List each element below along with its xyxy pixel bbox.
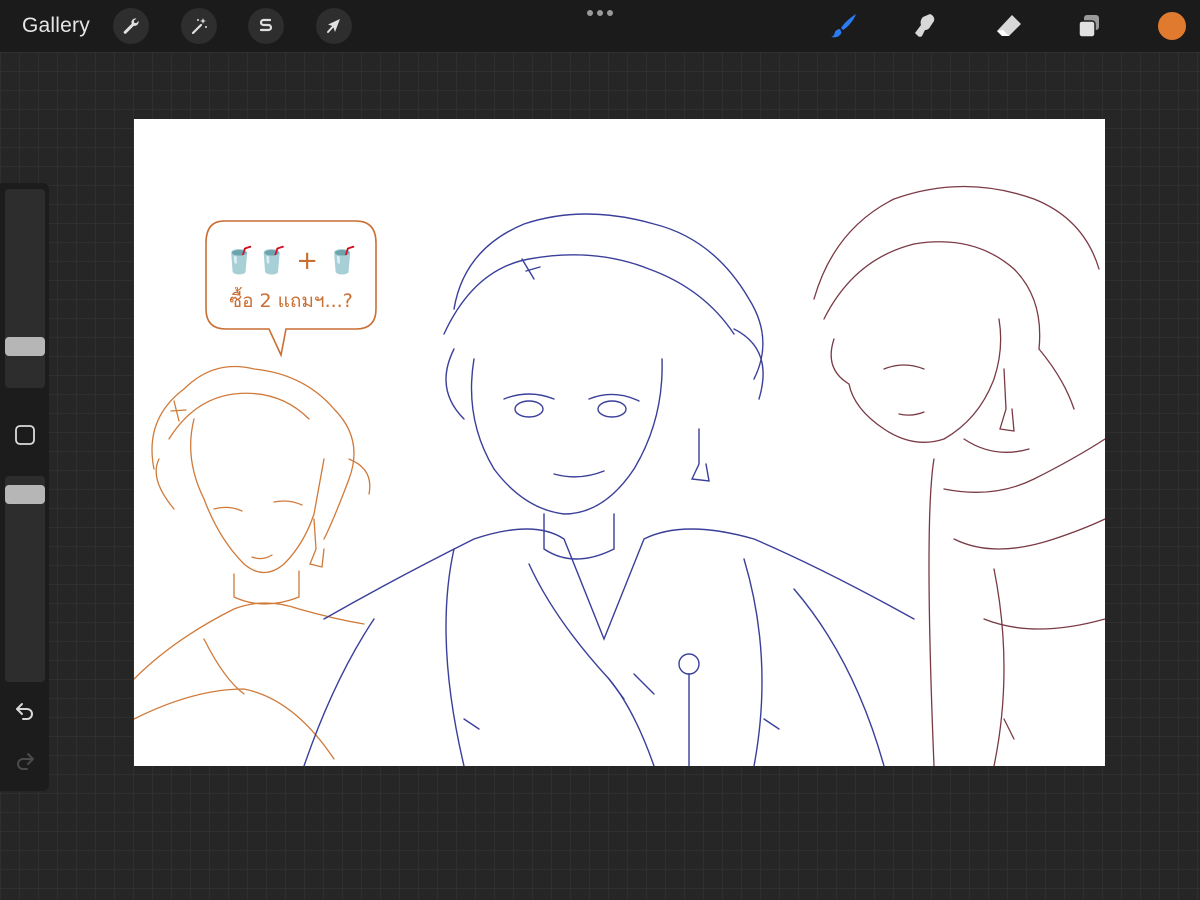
magic-wand-icon — [191, 18, 207, 35]
transform-button[interactable] — [316, 8, 352, 44]
center-character-sketch — [303, 213, 915, 766]
bubble-line-2: ซื้อ 2 แถมฯ...? — [229, 287, 353, 312]
paint-tool-button[interactable] — [828, 10, 860, 42]
drawing-canvas[interactable]: 🥤🥤 + 🥤 ซื้อ 2 แถมฯ...? — [134, 119, 1105, 766]
left-character-sketch — [134, 365, 371, 760]
left-sidebar — [0, 183, 49, 791]
bubble-line-1: 🥤🥤 + 🥤 — [223, 245, 358, 276]
redo-icon — [17, 753, 34, 770]
more-options-button[interactable] — [587, 10, 613, 16]
undo-icon — [16, 703, 33, 720]
brush-icon — [831, 14, 856, 38]
actions-button[interactable] — [113, 8, 149, 44]
brush-size-handle[interactable] — [5, 337, 45, 356]
right-character-sketch — [813, 185, 1105, 766]
layers-button[interactable] — [1073, 10, 1105, 42]
speech-bubble: 🥤🥤 + 🥤 ซื้อ 2 แถมฯ...? — [205, 220, 377, 358]
layers-icon — [1078, 15, 1099, 38]
redo-button[interactable] — [13, 749, 37, 773]
adjustments-button[interactable] — [181, 8, 217, 44]
selection-icon — [259, 18, 273, 32]
more-dots-icon — [587, 10, 593, 16]
square-icon — [15, 425, 35, 445]
opacity-slider[interactable] — [5, 476, 45, 682]
wrench-icon — [123, 18, 139, 34]
selection-button[interactable] — [248, 8, 284, 44]
modify-button[interactable] — [14, 424, 36, 446]
opacity-handle[interactable] — [5, 485, 45, 504]
procreate-app: Gallery 🥤🥤 + 🥤 ซื้อ 2 แถมฯ...? — [0, 0, 1200, 900]
undo-button[interactable] — [13, 699, 37, 723]
gallery-button[interactable]: Gallery — [22, 14, 90, 38]
sketch-artwork: 🥤🥤 + 🥤 ซื้อ 2 แถมฯ...? — [134, 185, 1105, 766]
smudge-icon — [915, 14, 935, 37]
top-toolbar: Gallery — [0, 0, 1200, 52]
arrow-cursor-icon — [327, 19, 340, 33]
eraser-icon — [997, 15, 1021, 36]
brush-size-slider[interactable] — [5, 189, 45, 388]
color-picker-button[interactable] — [1156, 10, 1188, 42]
erase-tool-button[interactable] — [993, 10, 1025, 42]
smudge-tool-button[interactable] — [909, 10, 941, 42]
